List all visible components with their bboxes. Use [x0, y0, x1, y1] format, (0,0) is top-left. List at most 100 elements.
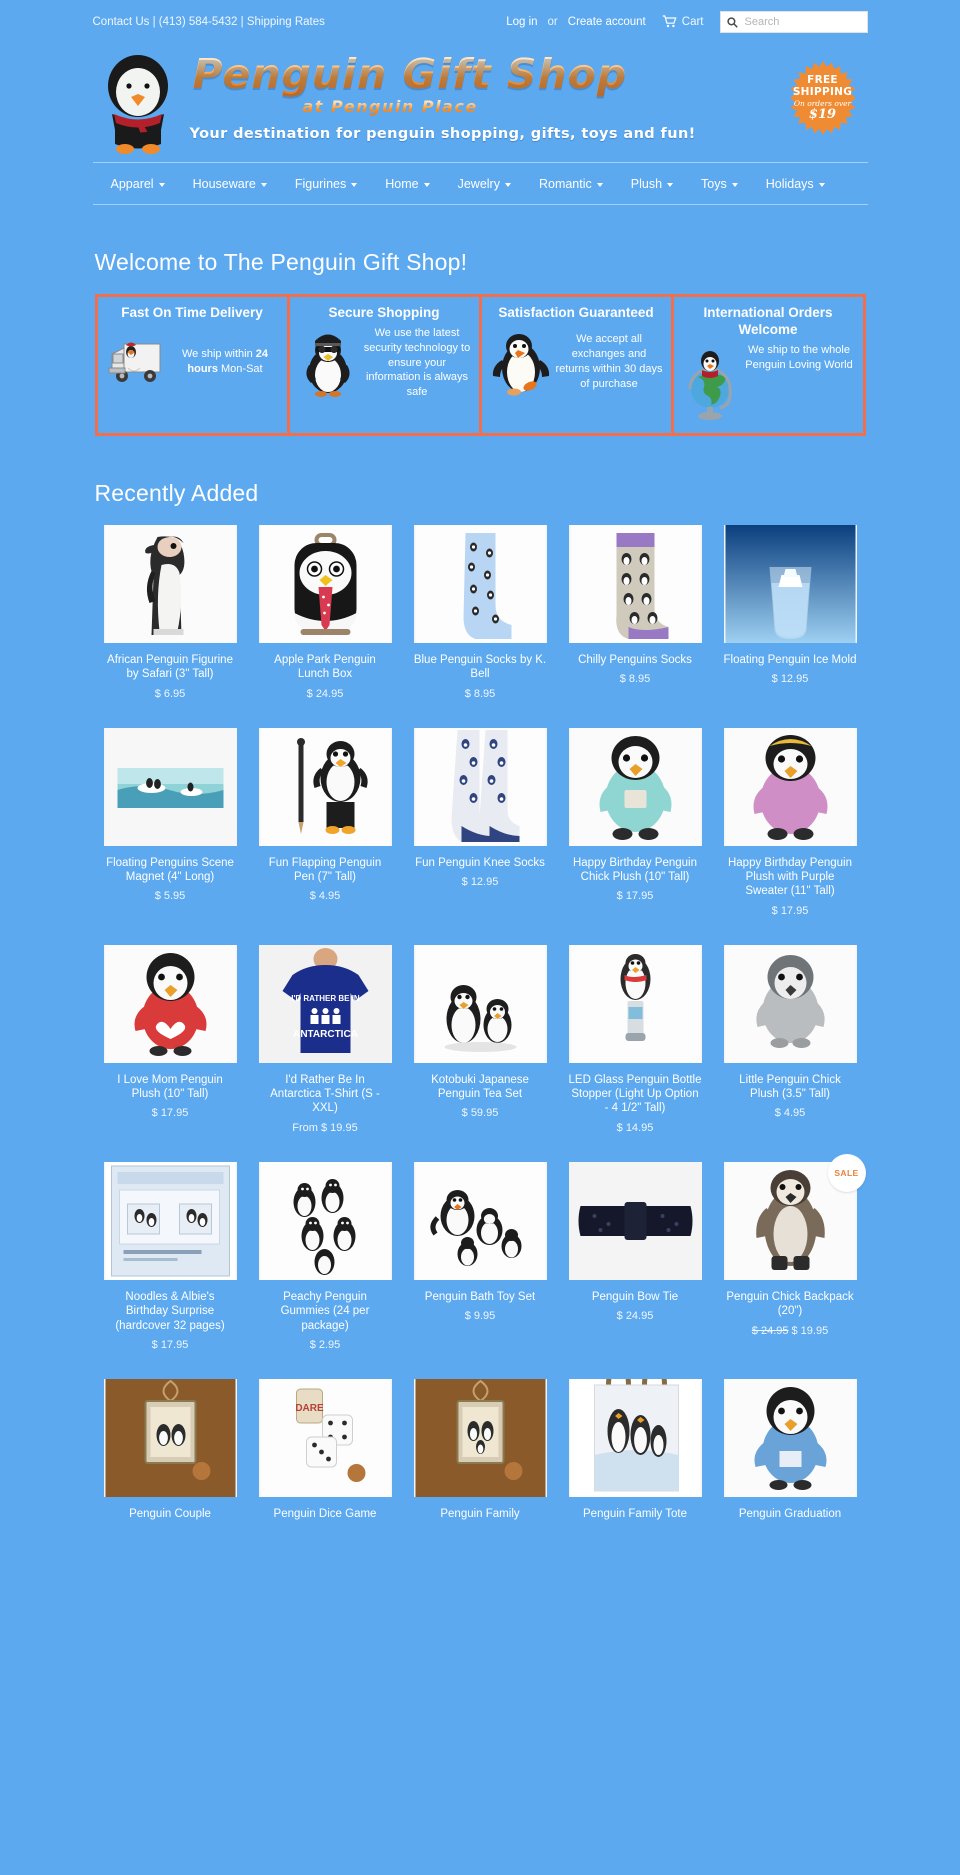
product-card[interactable]: LED Glass Penguin Bottle Stopper (Light … — [558, 944, 713, 1134]
product-title[interactable]: Fun Penguin Knee Socks — [415, 856, 545, 870]
product-title[interactable]: Happy Birthday Penguin Plush with Purple… — [724, 856, 857, 899]
nav-item-toys[interactable]: Toys — [687, 177, 752, 191]
product-card[interactable]: Happy Birthday Penguin Plush with Purple… — [713, 727, 868, 917]
product-title[interactable]: LED Glass Penguin Bottle Stopper (Light … — [569, 1073, 702, 1116]
brand-title[interactable]: Penguin Gift Shop — [193, 50, 628, 98]
product-title[interactable]: Penguin Bath Toy Set — [425, 1290, 535, 1304]
product-card[interactable]: Happy Birthday Penguin Chick Plush (10" … — [558, 727, 713, 917]
product-title[interactable]: Chilly Penguins Socks — [578, 653, 692, 667]
cart-button[interactable]: Cart — [662, 14, 704, 30]
product-image[interactable]: I'D RATHER BE IN ANTARCTICA — [258, 944, 392, 1063]
product-card[interactable]: Penguin Graduation — [713, 1378, 868, 1521]
recently-added-wrap: Recently Added African Penguin Figurine … — [93, 480, 868, 1550]
product-image[interactable] — [568, 524, 702, 643]
product-image[interactable] — [723, 727, 857, 846]
phone-link[interactable]: (413) 584-5432 — [159, 16, 238, 28]
product-card[interactable]: I'D RATHER BE IN ANTARCTICA I'd Rather Be… — [248, 944, 403, 1134]
product-title[interactable]: Fun Flapping Penguin Pen (7" Tall) — [259, 856, 392, 885]
product-title[interactable]: Penguin Family Tote — [583, 1507, 687, 1521]
shipping-rates-link[interactable]: Shipping Rates — [247, 16, 325, 28]
product-image[interactable] — [568, 1378, 702, 1497]
product-card[interactable]: I Love Mom Penguin Plush (10" Tall) $ 17.… — [93, 944, 248, 1134]
product-title[interactable]: Peachy Penguin Gummies (24 per package) — [259, 1290, 392, 1333]
product-title[interactable]: Little Penguin Chick Plush (3.5" Tall) — [724, 1073, 857, 1102]
product-image[interactable] — [413, 1378, 547, 1497]
product-card[interactable]: Penguin Couple — [93, 1378, 248, 1521]
product-card[interactable]: African Penguin Figurine by Safari (3" T… — [93, 524, 248, 700]
product-card[interactable]: Fun Penguin Knee Socks $ 12.95 — [403, 727, 558, 917]
product-title[interactable]: Happy Birthday Penguin Chick Plush (10" … — [569, 856, 702, 885]
product-title[interactable]: Apple Park Penguin Lunch Box — [259, 653, 392, 682]
product-title[interactable]: Penguin Couple — [129, 1507, 211, 1521]
create-account-link[interactable]: Create account — [568, 16, 646, 28]
product-card[interactable]: DARE Penguin Dice Game — [248, 1378, 403, 1521]
product-card[interactable]: Little Penguin Chick Plush (3.5" Tall) $ … — [713, 944, 868, 1134]
product-image[interactable] — [413, 944, 547, 1063]
product-image[interactable] — [103, 524, 237, 643]
product-card[interactable]: Apple Park Penguin Lunch Box $ 24.95 — [248, 524, 403, 700]
search-icon — [726, 16, 738, 28]
product-image[interactable] — [103, 1378, 237, 1497]
nav-item-houseware[interactable]: Houseware — [179, 177, 281, 191]
product-card[interactable]: SALE Penguin Chick Backpack (20") $ 24.95… — [713, 1153, 868, 1351]
product-image[interactable] — [258, 727, 392, 846]
product-image[interactable] — [568, 944, 702, 1063]
product-image[interactable] — [258, 524, 392, 643]
penguin-logo-icon[interactable] — [98, 48, 178, 156]
nav-item-romantic[interactable]: Romantic — [525, 177, 617, 191]
product-card[interactable]: Peachy Penguin Gummies (24 per package) $… — [248, 1161, 403, 1351]
product-title[interactable]: Penguin Dice Game — [274, 1507, 377, 1521]
product-image[interactable] — [413, 727, 547, 846]
contact-us-link[interactable]: Contact Us — [93, 16, 150, 28]
login-link[interactable]: Log in — [506, 16, 537, 28]
product-image[interactable] — [723, 944, 857, 1063]
product-image[interactable] — [413, 524, 547, 643]
product-title[interactable]: I Love Mom Penguin Plush (10" Tall) — [104, 1073, 237, 1102]
product-title[interactable]: Penguin Chick Backpack (20") — [724, 1290, 857, 1319]
product-image[interactable] — [723, 524, 857, 643]
feature-title: Fast On Time Delivery — [121, 305, 263, 320]
product-title[interactable]: Noodles & Albie's Birthday Surprise (har… — [104, 1290, 237, 1333]
product-image[interactable] — [723, 1378, 857, 1497]
product-title[interactable]: Blue Penguin Socks by K. Bell — [414, 653, 547, 682]
product-title[interactable]: Penguin Family — [440, 1507, 519, 1521]
product-title[interactable]: African Penguin Figurine by Safari (3" T… — [104, 653, 237, 682]
product-title[interactable]: Floating Penguins Scene Magnet (4" Long) — [104, 856, 237, 885]
product-card[interactable]: Fun Flapping Penguin Pen (7" Tall) $ 4.95 — [248, 727, 403, 917]
product-card[interactable]: Chilly Penguins Socks $ 8.95 — [558, 524, 713, 700]
product-card[interactable]: Penguin Bow Tie $ 24.95 — [558, 1161, 713, 1351]
cart-icon — [662, 14, 677, 30]
product-card[interactable]: Noodles & Albie's Birthday Surprise (har… — [93, 1161, 248, 1351]
feature-boxes: Fast On Time Delivery We ship within 24 … — [94, 294, 866, 436]
nav-item-figurines[interactable]: Figurines — [281, 177, 371, 191]
search-input[interactable] — [742, 15, 861, 29]
product-card[interactable]: Floating Penguin Ice Mold $ 12.95 — [713, 524, 868, 700]
product-title[interactable]: Floating Penguin Ice Mold — [724, 653, 857, 667]
product-card[interactable]: Floating Penguins Scene Magnet (4" Long)… — [93, 727, 248, 917]
product-image[interactable]: DARE — [258, 1378, 392, 1497]
product-card[interactable]: Penguin Bath Toy Set $ 9.95 — [403, 1161, 558, 1351]
sale-badge: SALE — [827, 1153, 866, 1192]
product-card[interactable]: Penguin Family — [403, 1378, 558, 1521]
nav-item-jewelry[interactable]: Jewelry — [444, 177, 525, 191]
police-penguin-icon — [296, 327, 360, 399]
product-title[interactable]: I'd Rather Be In Antarctica T-Shirt (S -… — [259, 1073, 392, 1116]
search-box[interactable] — [719, 11, 868, 33]
product-title[interactable]: Penguin Bow Tie — [592, 1290, 678, 1304]
nav-item-plush[interactable]: Plush — [617, 177, 687, 191]
product-image[interactable] — [103, 1161, 237, 1280]
product-image[interactable] — [258, 1161, 392, 1280]
product-title[interactable]: Penguin Graduation — [739, 1507, 841, 1521]
nav-item-apparel[interactable]: Apparel — [97, 177, 179, 191]
nav-item-holidays[interactable]: Holidays — [752, 177, 839, 191]
product-image[interactable] — [103, 727, 237, 846]
product-card[interactable]: Penguin Family Tote — [558, 1378, 713, 1521]
product-image[interactable] — [103, 944, 237, 1063]
product-image[interactable] — [568, 727, 702, 846]
product-image[interactable] — [413, 1161, 547, 1280]
product-image[interactable] — [568, 1161, 702, 1280]
product-card[interactable]: Blue Penguin Socks by K. Bell $ 8.95 — [403, 524, 558, 700]
product-card[interactable]: Kotobuki Japanese Penguin Tea Set $ 59.95 — [403, 944, 558, 1134]
product-title[interactable]: Kotobuki Japanese Penguin Tea Set — [414, 1073, 547, 1102]
nav-item-home[interactable]: Home — [371, 177, 443, 191]
